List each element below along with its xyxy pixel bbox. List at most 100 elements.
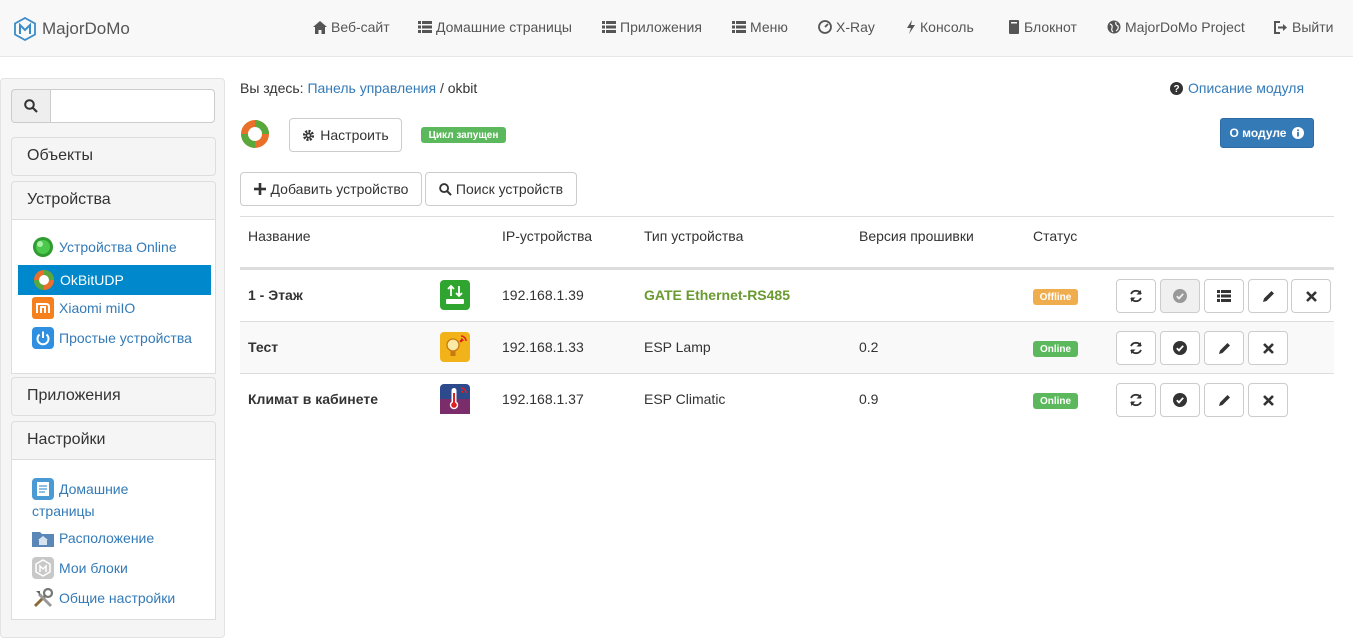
device-type-link[interactable]: GATE Ethernet-RS485: [644, 287, 790, 303]
remove-icon: [1262, 394, 1274, 406]
table-row: 1 - Этаж 192.168.1.39 GATE Ethernet-RS48…: [240, 269, 1334, 321]
add-device-button[interactable]: Добавить устройство: [240, 172, 422, 206]
cycle-status-badge: Цикл запущен: [421, 127, 506, 143]
sidebar-item-location[interactable]: Расположение: [32, 527, 154, 549]
section-applications[interactable]: Приложения: [11, 377, 216, 416]
list-button[interactable]: [1204, 279, 1244, 313]
flash-icon: [907, 20, 915, 34]
table-header: Название IP-устройства Тип устройства Ве…: [240, 216, 1334, 269]
edit-button[interactable]: [1204, 331, 1244, 365]
refresh-button[interactable]: [1116, 279, 1156, 313]
sidebar-item-xiaomi-miio[interactable]: Xiaomi miIO: [32, 297, 135, 319]
log-out-icon: [1274, 20, 1287, 34]
question-sign-icon: ?: [1170, 81, 1183, 95]
device-type: ESP Climatic: [644, 391, 726, 407]
th-list-icon: [1217, 290, 1231, 302]
search-icon: [439, 182, 452, 196]
delete-button[interactable]: [1248, 383, 1288, 417]
home-icon: [313, 20, 327, 34]
thermometer-icon: [440, 384, 470, 414]
sidebar-item-simple-devices[interactable]: Простые устройства: [32, 327, 192, 349]
configure-button[interactable]: Настроить: [289, 118, 402, 152]
check-button[interactable]: [1160, 331, 1200, 365]
nav-xray[interactable]: X-Ray: [818, 17, 875, 37]
device-type: ESP Lamp: [644, 339, 711, 355]
pencil-icon: [1218, 394, 1230, 406]
edit-button[interactable]: [1248, 279, 1288, 313]
col-ip: IP-устройства: [502, 228, 593, 244]
breadcrumb-link-dashboard[interactable]: Панель управления: [307, 80, 436, 96]
plus-icon: [253, 183, 266, 195]
pencil-icon: [1218, 342, 1230, 354]
cog-icon: [303, 129, 315, 141]
sidebar-item-devices-online[interactable]: Устройства Online: [32, 236, 177, 258]
pencil-icon: [1262, 290, 1274, 302]
device-name[interactable]: Тест: [248, 339, 278, 355]
xiaomi-icon: [32, 297, 54, 319]
nav-website[interactable]: Веб-сайт: [313, 17, 390, 37]
sidebar-item-home-pages-line2[interactable]: страницы: [32, 503, 95, 519]
brand[interactable]: MajorDoMo: [14, 16, 130, 42]
nav-applications[interactable]: Приложения: [602, 17, 702, 37]
sidebar-item-general-settings[interactable]: Общие настройки: [32, 587, 175, 609]
nav-console[interactable]: Консоль: [906, 17, 974, 37]
col-status: Статус: [1033, 228, 1078, 244]
ok-circle-icon: [1173, 289, 1187, 303]
device-name[interactable]: 1 - Этаж: [248, 287, 303, 303]
remove-icon: [1305, 290, 1317, 302]
nav-notepad[interactable]: Блокнот: [1008, 17, 1077, 37]
breadcrumb: Вы здесь: Панель управления / okbit: [240, 80, 478, 96]
section-settings-body: Домашние страницы Расположение Мои блоки…: [11, 460, 216, 620]
refresh-button[interactable]: [1116, 331, 1156, 365]
refresh-button[interactable]: [1116, 383, 1156, 417]
blocks-icon: [32, 557, 54, 579]
search-input[interactable]: [51, 89, 215, 123]
th-list-icon: [418, 21, 432, 33]
col-type: Тип устройства: [644, 228, 744, 244]
device-ip: 192.168.1.33: [502, 339, 584, 355]
nav-logout[interactable]: Выйти: [1274, 17, 1333, 37]
info-sign-icon: [1292, 127, 1305, 139]
section-devices-body: Устройства Online OkBitUDP Xiaomi miIO П…: [11, 220, 216, 374]
lamp-icon: [440, 332, 470, 362]
refresh-icon: [1130, 341, 1142, 355]
ok-circle-icon: [1173, 341, 1187, 355]
edit-button[interactable]: [1204, 383, 1244, 417]
col-firmware: Версия прошивки: [859, 228, 974, 244]
svg-text:?: ?: [1173, 84, 1179, 95]
breadcrumb-current: okbit: [447, 80, 478, 96]
nav-majordomo-project[interactable]: MajorDoMo Project: [1107, 17, 1245, 37]
okbit-module-logo-icon: [241, 120, 269, 148]
status-badge: Online: [1033, 393, 1078, 409]
section-objects[interactable]: Объекты: [11, 137, 216, 176]
search-icon: [24, 99, 38, 113]
delete-button[interactable]: [1291, 279, 1331, 313]
top-navbar: MajorDoMo Веб-сайт Домашние страницы При…: [0, 0, 1353, 57]
sidebar-item-my-blocks[interactable]: Мои блоки: [32, 557, 128, 579]
refresh-icon: [1130, 289, 1142, 303]
module-description-link[interactable]: ? Описание модуля: [1170, 80, 1304, 96]
refresh-icon: [1130, 393, 1142, 407]
nav-menu[interactable]: Меню: [732, 17, 788, 37]
device-ip: 192.168.1.39: [502, 287, 584, 303]
section-devices[interactable]: Устройства: [11, 181, 216, 220]
search-devices-button[interactable]: Поиск устройств: [425, 172, 577, 206]
majordomo-logo-icon: [14, 17, 36, 41]
power-icon: [32, 327, 54, 349]
device-name[interactable]: Климат в кабинете: [248, 391, 378, 407]
search-button[interactable]: [11, 89, 51, 123]
check-button[interactable]: [1160, 383, 1200, 417]
section-settings[interactable]: Настройки: [11, 421, 216, 460]
okbit-icon: [34, 270, 54, 290]
col-name: Название: [248, 228, 311, 244]
sidebar-item-home-pages[interactable]: Домашние: [32, 478, 128, 500]
check-button-disabled[interactable]: [1160, 279, 1200, 313]
device-ip: 192.168.1.37: [502, 391, 584, 407]
dashboard-icon: [818, 20, 832, 34]
sidebar: Объекты Устройства Устройства Online OkB…: [0, 78, 225, 638]
nav-home-pages[interactable]: Домашние страницы: [418, 17, 572, 37]
book-icon: [1009, 20, 1019, 34]
about-module-button[interactable]: О модуле: [1220, 118, 1314, 148]
delete-button[interactable]: [1248, 331, 1288, 365]
sidebar-item-okbitudp[interactable]: OkBitUDP: [18, 265, 211, 295]
